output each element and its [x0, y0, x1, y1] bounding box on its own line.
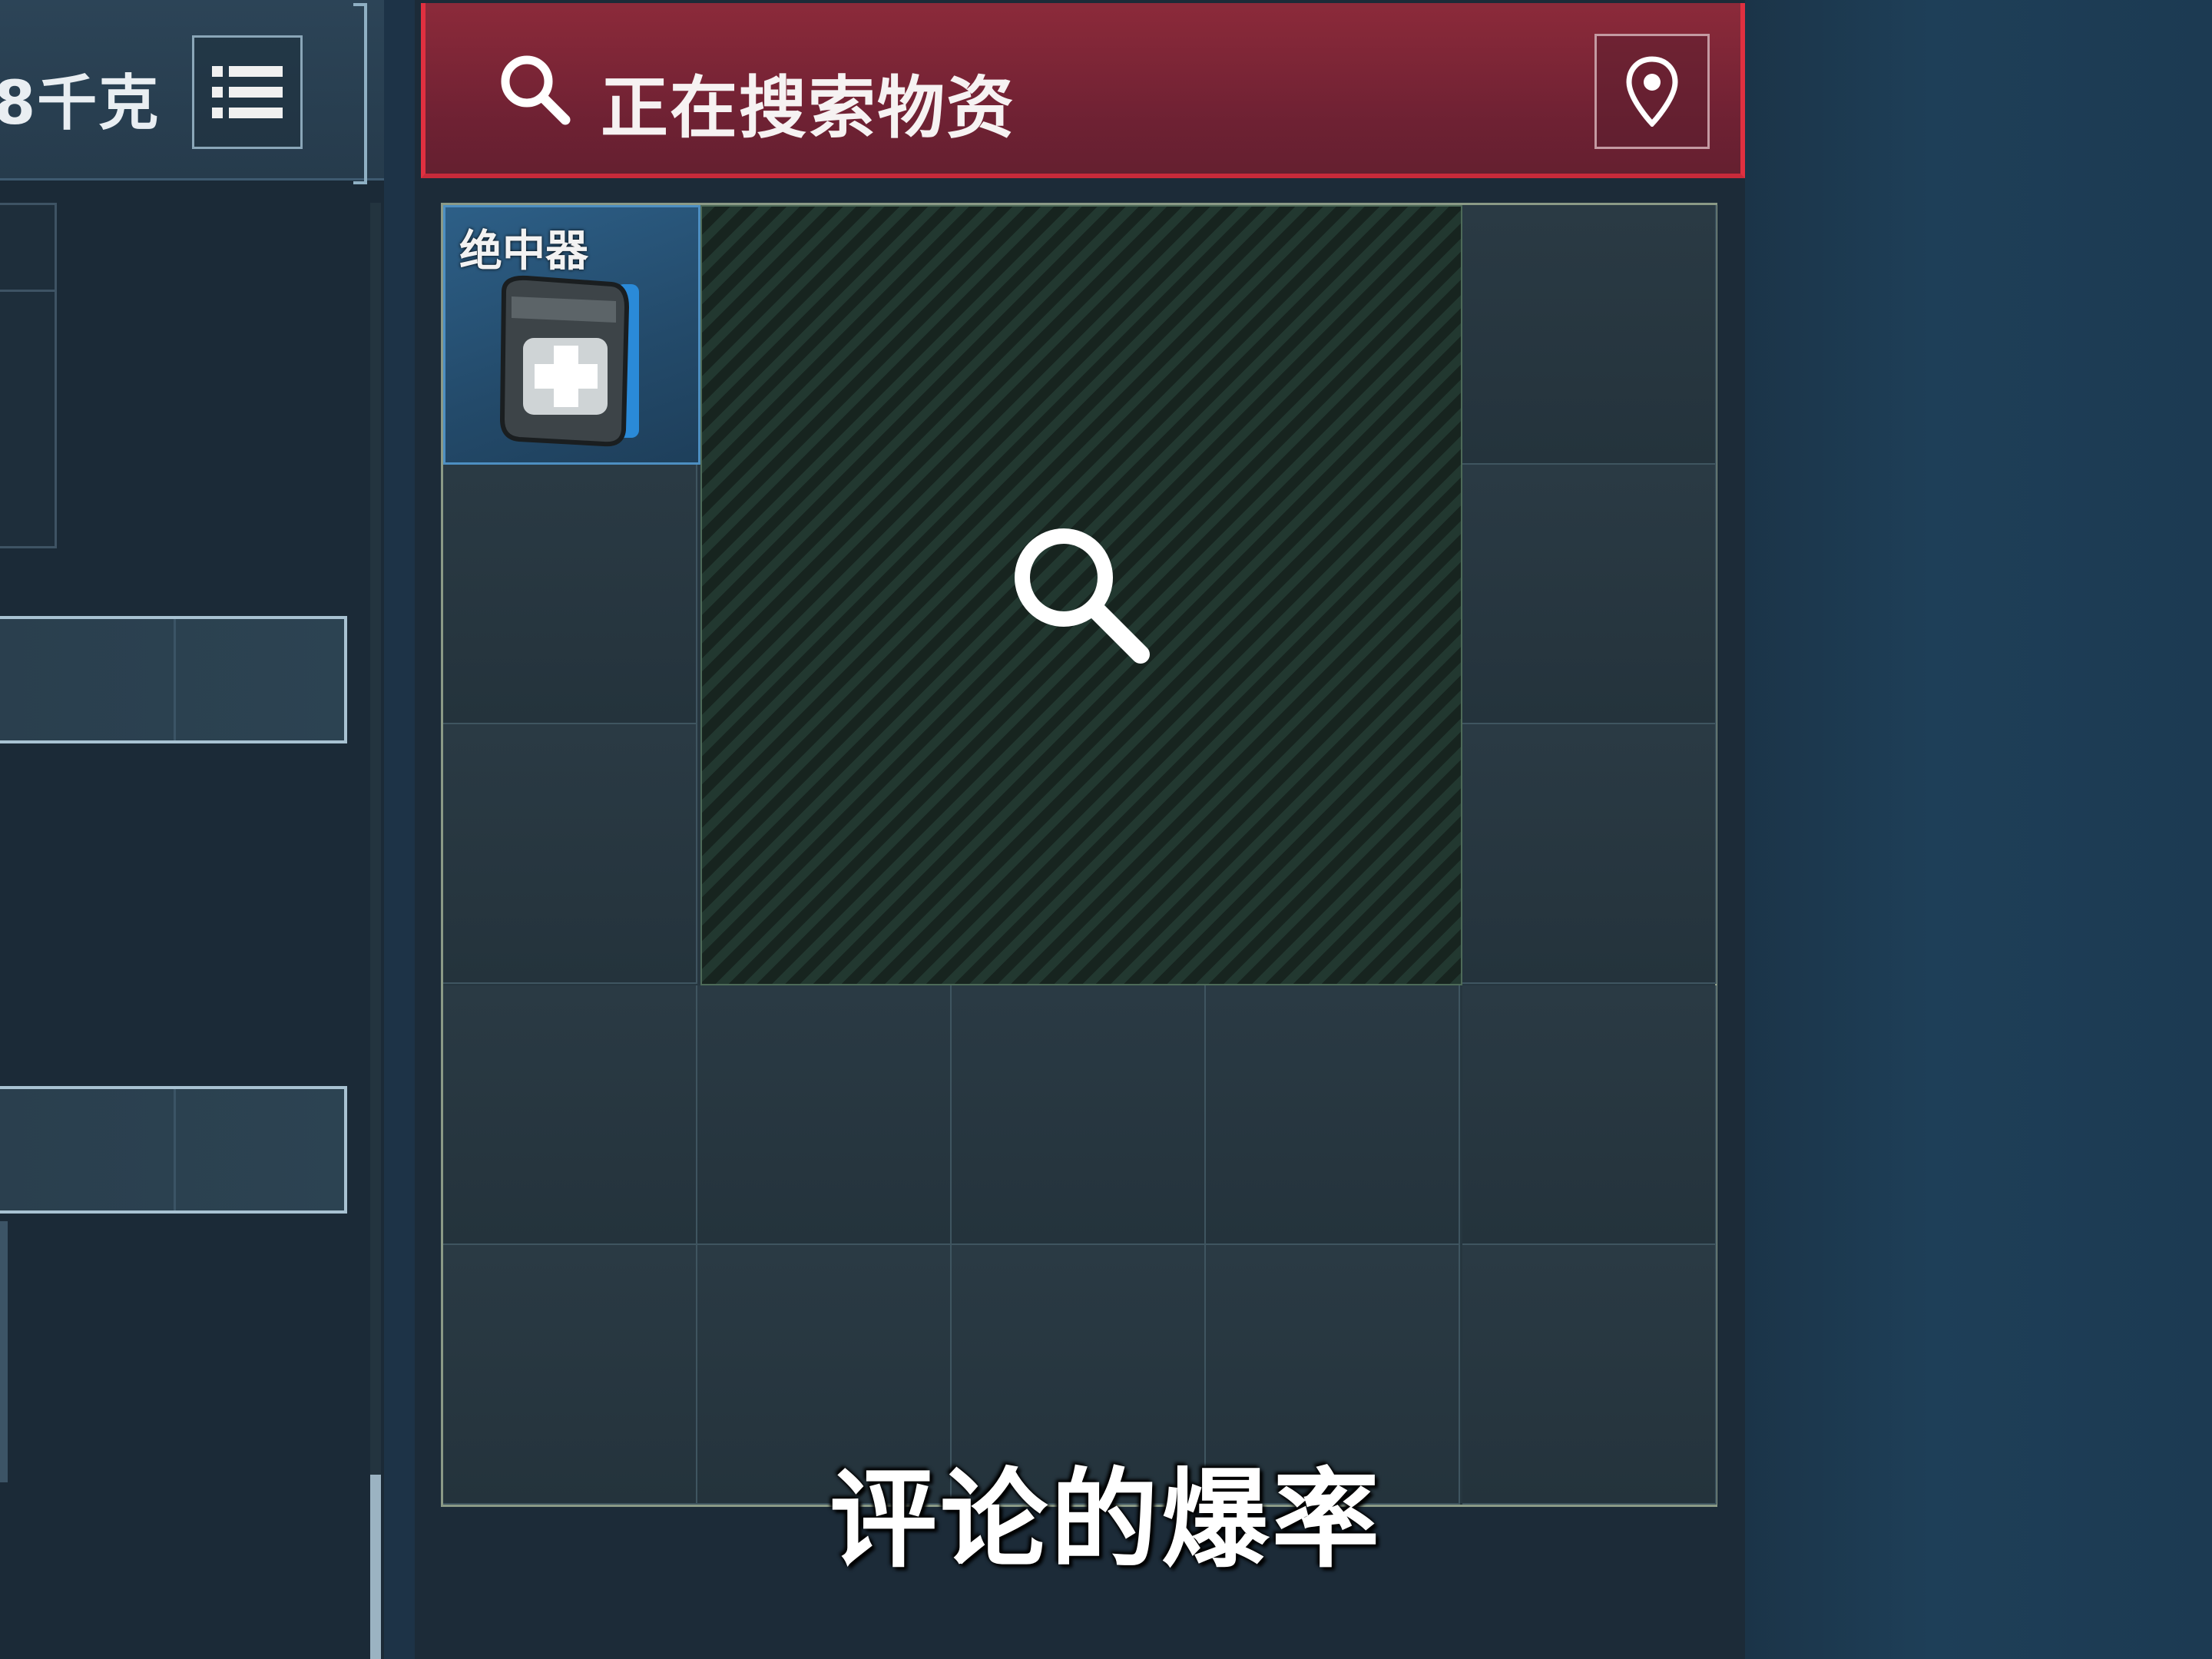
search-title: 正在搜索物资	[601, 68, 1016, 147]
weight-text: 8千克	[0, 69, 161, 138]
list-icon	[212, 66, 283, 118]
background-right	[1745, 0, 2212, 1659]
medkit-icon	[499, 275, 639, 447]
grid-cell[interactable]	[443, 985, 697, 1245]
grid-cell[interactable]	[1462, 205, 1717, 465]
grid-cell[interactable]	[1206, 985, 1460, 1245]
grid-cell[interactable]	[443, 724, 697, 984]
map-pin-button[interactable]	[1594, 34, 1710, 149]
inventory-header: 8千克	[0, 0, 384, 184]
grid-cell[interactable]	[1462, 724, 1717, 984]
equipment-slot-weapon-2[interactable]	[0, 1086, 347, 1214]
grid-cell[interactable]	[1462, 985, 1717, 1245]
inventory-panel: 8千克	[0, 0, 384, 1659]
search-icon	[501, 55, 571, 125]
loot-item[interactable]: 绝中器	[443, 205, 700, 465]
item-label: 绝中器	[459, 227, 588, 276]
grid-cell[interactable]	[697, 985, 952, 1245]
grid-cell[interactable]	[443, 465, 697, 724]
equipment-slot-weapon-1[interactable]	[0, 616, 347, 743]
panel-bracket	[353, 3, 367, 184]
grid-cell[interactable]	[952, 985, 1206, 1245]
video-subtitle: 评论的爆率	[829, 1458, 1382, 1583]
magnifier-icon	[1015, 528, 1150, 664]
map-pin-icon	[1626, 56, 1678, 127]
list-view-button[interactable]	[192, 35, 303, 149]
loot-grid: 绝中器	[441, 203, 1717, 1507]
equipment-slot[interactable]	[0, 203, 57, 548]
grid-cell[interactable]	[1462, 465, 1717, 724]
search-header: 正在搜索物资	[421, 3, 1745, 178]
searching-area	[700, 205, 1462, 985]
